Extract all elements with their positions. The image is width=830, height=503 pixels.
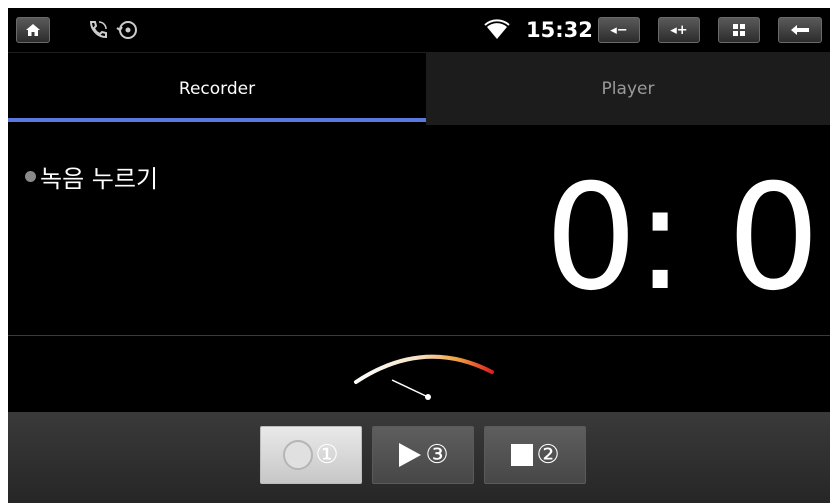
- tab-bar: Recorder Player: [8, 53, 830, 125]
- frame: 15:32 ◂− ◂+ Recorder Player 녹음 누르기 0: 0 …: [0, 0, 830, 503]
- volume-down-icon: ◂−: [610, 22, 628, 38]
- apps-button[interactable]: [718, 17, 760, 43]
- home-icon: [26, 24, 40, 36]
- tab-player[interactable]: Player: [426, 53, 830, 125]
- play-button[interactable]: ③: [372, 426, 474, 484]
- grid-icon: [733, 24, 745, 36]
- tab-recorder-label: Recorder: [178, 79, 256, 99]
- recording-timer: 0: 0: [544, 153, 820, 323]
- tab-recorder[interactable]: Recorder: [8, 53, 426, 125]
- record-button-number: ①: [315, 440, 339, 470]
- stop-icon: [511, 444, 534, 466]
- volume-down-button[interactable]: ◂−: [598, 17, 640, 43]
- meter-arc: [354, 354, 494, 384]
- sync-icon: [116, 21, 137, 39]
- clock: 15:32: [526, 18, 593, 42]
- volume-up-button[interactable]: ◂+: [658, 17, 700, 43]
- meter-needle: [391, 379, 429, 398]
- home-button[interactable]: [16, 17, 50, 43]
- back-button[interactable]: [778, 17, 822, 43]
- wifi-icon: [484, 19, 510, 39]
- play-icon: [399, 443, 422, 467]
- recorder-status-text: 녹음 누르기: [40, 165, 159, 193]
- tab-player-label: Player: [601, 79, 655, 99]
- status-indicator-icon: [25, 171, 36, 182]
- active-tab-indicator: [8, 118, 426, 122]
- record-icon: [283, 440, 314, 470]
- stop-button[interactable]: ②: [484, 426, 586, 484]
- back-arrow-icon: [791, 25, 809, 35]
- status-bar: 15:32 ◂− ◂+: [8, 8, 830, 53]
- level-meter: [354, 354, 494, 400]
- stop-button-number: ②: [536, 440, 560, 470]
- play-button-number: ③: [425, 440, 449, 470]
- volume-up-icon: ◂+: [670, 22, 688, 38]
- divider: [8, 335, 830, 336]
- record-button[interactable]: ①: [260, 426, 362, 484]
- phone-call-icon: [89, 21, 107, 39]
- meter-pivot: [425, 394, 431, 400]
- screen: 15:32 ◂− ◂+ Recorder Player 녹음 누르기 0: 0 …: [8, 8, 830, 503]
- control-bar: ① ③ ②: [8, 412, 830, 503]
